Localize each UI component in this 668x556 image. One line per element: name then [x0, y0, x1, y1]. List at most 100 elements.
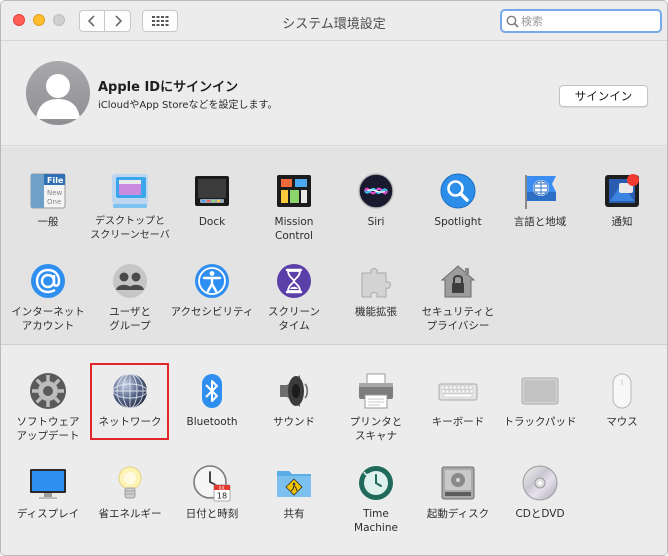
pane-label: Siri: [367, 216, 385, 228]
pane-label: 起動ディスク: [426, 508, 490, 520]
trackpad-icon: [520, 371, 560, 411]
pane-energy-saver[interactable]: 省エネルギー: [89, 463, 171, 521]
speaker-icon: [274, 371, 314, 411]
system-preferences-window: システム環境設定 Apple IDにサインイン iCloudやApp Store…: [0, 0, 668, 556]
svg-text:18: 18: [217, 492, 227, 501]
pane-label: マウス: [606, 416, 638, 428]
spotlight-icon: [438, 171, 478, 211]
personal-panes-section: File New One 一般 デスクトップと スクリーンセーバ Dock Mi…: [1, 147, 667, 345]
pane-label: 共有: [283, 508, 305, 520]
pane-label: スクリーン タイム: [268, 306, 320, 332]
sharing-folder-icon: [274, 463, 314, 503]
pane-cds-dvds[interactable]: CDとDVD: [499, 463, 581, 521]
apple-id-subtitle: iCloudやApp Storeなどを設定します。: [98, 100, 278, 111]
apple-id-section: Apple IDにサインイン iCloudやApp Storeなどを設定します。…: [1, 42, 667, 146]
keyboard-icon: [438, 371, 478, 411]
pane-internet-accounts[interactable]: インターネット アカウント: [7, 261, 89, 333]
titlebar: システム環境設定: [1, 1, 667, 41]
lightbulb-icon: [110, 463, 150, 503]
display-icon: [28, 463, 68, 503]
svg-text:JUL: JUL: [218, 486, 226, 491]
svg-text:New: New: [47, 189, 63, 197]
pane-sound[interactable]: サウンド: [253, 371, 335, 429]
pane-mission-control[interactable]: Mission Control: [253, 171, 335, 243]
puzzle-piece-icon: [356, 261, 396, 301]
hard-drive-icon: [438, 463, 478, 503]
pane-desktop-screensaver[interactable]: デスクトップと スクリーンセーバ: [89, 171, 171, 243]
pane-label: キーボード: [431, 416, 485, 428]
pane-bluetooth[interactable]: Bluetooth: [171, 371, 253, 429]
mission-control-icon: [274, 171, 314, 211]
desktop-screensaver-icon: [110, 171, 150, 211]
pane-keyboard[interactable]: キーボード: [417, 371, 499, 429]
language-region-icon: [520, 171, 560, 211]
pane-language-region[interactable]: 言語と地域: [499, 171, 581, 229]
printer-icon: [356, 371, 396, 411]
pane-trackpad[interactable]: トラックパッド: [499, 371, 581, 429]
gear-icon: [28, 371, 68, 411]
signin-button[interactable]: サインイン: [559, 85, 648, 107]
avatar[interactable]: [26, 61, 90, 125]
pane-label: Bluetooth: [186, 416, 238, 428]
pane-notifications[interactable]: 通知: [581, 171, 663, 229]
disc-icon: [520, 463, 560, 503]
pane-displays[interactable]: ディスプレイ: [7, 463, 89, 521]
pane-date-time[interactable]: JUL 18 日付と時刻: [171, 463, 253, 521]
pane-label: インターネット アカウント: [11, 306, 85, 332]
pane-network[interactable]: ネットワーク: [89, 371, 171, 429]
pane-screen-time[interactable]: スクリーン タイム: [253, 261, 335, 333]
search-icon: [506, 15, 519, 28]
pane-general[interactable]: File New One 一般: [7, 171, 89, 229]
globe-network-icon: [110, 371, 150, 411]
pane-label: 一般: [37, 216, 59, 228]
pane-label: Time Machine: [354, 508, 398, 534]
pane-label: CDとDVD: [515, 508, 565, 520]
pane-label: ネットワーク: [98, 416, 162, 428]
clock-calendar-icon: JUL 18: [192, 463, 232, 503]
pane-label: ディスプレイ: [16, 508, 80, 520]
pane-printers-scanners[interactable]: プリンタと スキャナ: [335, 371, 417, 443]
pane-security-privacy[interactable]: セキュリティと プライバシー: [417, 261, 499, 333]
time-machine-icon: [356, 463, 396, 503]
pane-dock[interactable]: Dock: [171, 171, 253, 229]
user-silhouette-icon: [36, 74, 80, 119]
pane-label: 通知: [611, 216, 633, 228]
pane-users-groups[interactable]: ユーザと グループ: [89, 261, 171, 333]
hourglass-icon: [274, 261, 314, 301]
mouse-icon: [602, 371, 642, 411]
pane-label: ソフトウェア アップデート: [16, 416, 80, 442]
pane-label: トラックパッド: [503, 416, 577, 428]
dock-icon: [192, 171, 232, 211]
pane-time-machine[interactable]: Time Machine: [335, 463, 417, 535]
svg-text:One: One: [47, 198, 61, 206]
general-icon: File New One: [28, 171, 68, 211]
apple-id-title[interactable]: Apple IDにサインイン: [98, 76, 238, 95]
pane-label: Mission Control: [274, 216, 314, 242]
pane-siri[interactable]: Siri: [335, 171, 417, 229]
pane-label: プリンタと スキャナ: [349, 416, 403, 442]
pane-label: アクセシビリティ: [170, 306, 254, 318]
at-sign-icon: [28, 261, 68, 301]
pane-label: 言語と地域: [513, 216, 567, 228]
pane-mouse[interactable]: マウス: [581, 371, 663, 429]
pane-software-update[interactable]: ソフトウェア アップデート: [7, 371, 89, 443]
pane-spotlight[interactable]: Spotlight: [417, 171, 499, 229]
accessibility-icon: [192, 261, 232, 301]
pane-extensions[interactable]: 機能拡張: [335, 261, 417, 319]
pane-label: Dock: [198, 216, 226, 228]
pane-startup-disk[interactable]: 起動ディスク: [417, 463, 499, 521]
siri-icon: [356, 171, 396, 211]
pane-sharing[interactable]: 共有: [253, 463, 335, 521]
search-field[interactable]: [500, 9, 662, 33]
pane-label: Spotlight: [434, 216, 482, 228]
search-input[interactable]: [521, 12, 651, 30]
house-lock-icon: [438, 261, 478, 301]
hardware-panes-section: ソフトウェア アップデート ネットワーク Bluetooth サウンド プリンタ…: [1, 346, 667, 555]
svg-text:File: File: [47, 176, 64, 185]
pane-accessibility[interactable]: アクセシビリティ: [171, 261, 253, 319]
pane-label: デスクトップと スクリーンセーバ: [90, 216, 170, 241]
notifications-icon: [602, 171, 642, 211]
pane-label: セキュリティと プライバシー: [421, 306, 495, 332]
pane-label: 省エネルギー: [98, 508, 162, 520]
pane-label: ユーザと グループ: [109, 306, 151, 332]
